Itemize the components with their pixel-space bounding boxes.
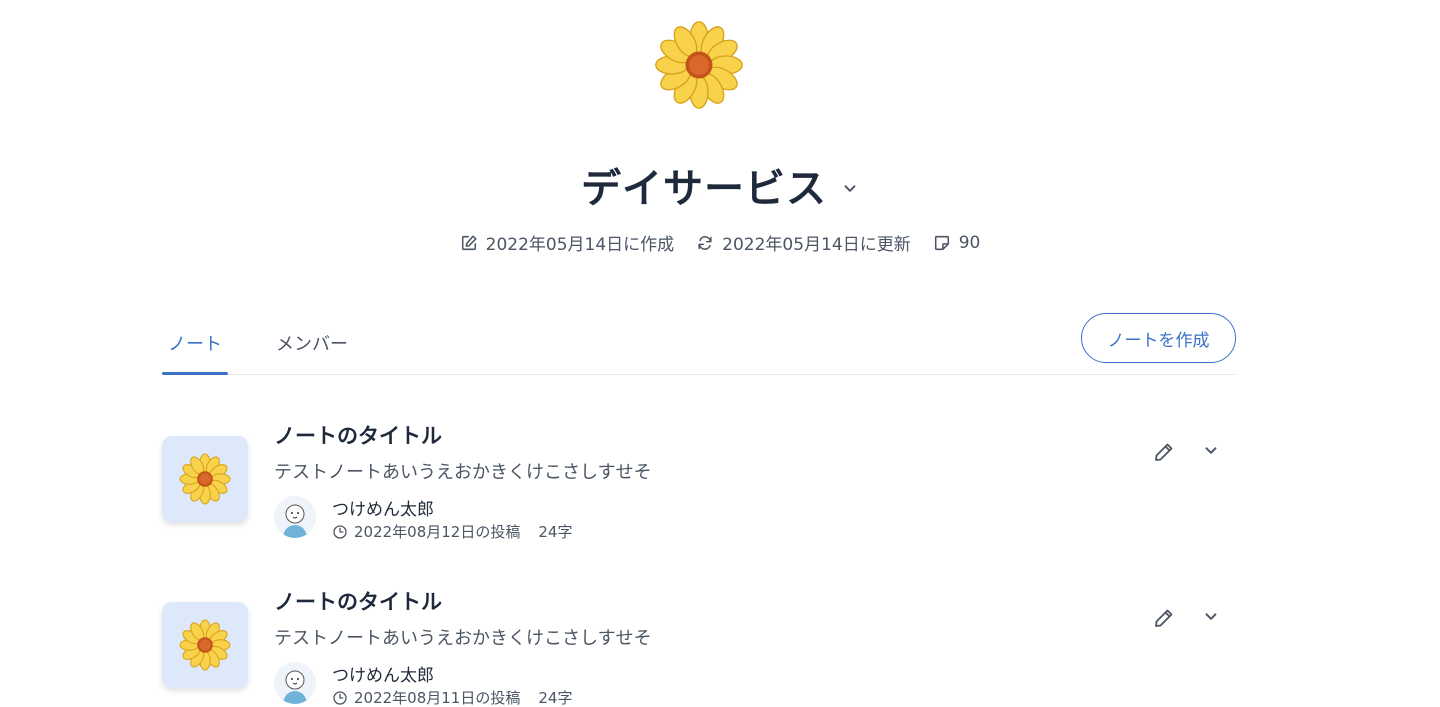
sunflower-icon xyxy=(179,619,231,671)
author-name[interactable]: つけめん太郎 xyxy=(332,495,434,520)
author-name[interactable]: つけめん太郎 xyxy=(332,661,434,686)
char-count: 24字 xyxy=(538,689,573,707)
note-meta: 2022年08月11日の投稿 24字 xyxy=(332,687,572,707)
tab-members[interactable]: メンバー xyxy=(276,330,348,356)
chevron-down-icon[interactable] xyxy=(1202,442,1220,460)
clock-icon xyxy=(333,524,347,539)
tab-members-label: メンバー xyxy=(276,334,348,355)
meta-row: 2022年05月14日に作成 2022年05月14日に更新 90 xyxy=(0,230,1440,255)
pencil-icon[interactable] xyxy=(1152,606,1176,630)
clock-icon xyxy=(333,690,347,705)
active-tab-indicator xyxy=(162,372,228,375)
edit-square-icon xyxy=(461,234,477,250)
posted-date: 2022年08月12日の投稿 xyxy=(354,523,521,541)
refresh-icon xyxy=(698,235,712,250)
list-item[interactable]: ノートのタイトル テストノートあいうえおかきくけこさしすせそ つけめん太郎 20… xyxy=(162,590,1236,707)
chevron-down-icon[interactable] xyxy=(1202,608,1220,626)
tab-notes-label: ノート xyxy=(168,334,222,355)
avatar[interactable] xyxy=(274,496,316,538)
note-thumbnail xyxy=(162,602,248,688)
updated-text: 2022年05月14日に更新 xyxy=(722,235,911,255)
sunflower-icon xyxy=(654,20,744,110)
note-excerpt: テストノートあいうえおかきくけこさしすせそ xyxy=(274,462,652,483)
posted-date: 2022年08月11日の投稿 xyxy=(354,689,521,707)
list-item[interactable]: ノートのタイトル テストノートあいうえおかきくけこさしすせそ つけめん太郎 20… xyxy=(162,424,1236,576)
note-title[interactable]: ノートのタイトル xyxy=(274,420,442,450)
pencil-icon[interactable] xyxy=(1152,440,1176,464)
tab-notes[interactable]: ノート xyxy=(168,330,222,356)
note-excerpt: テストノートあいうえおかきくけこさしすせそ xyxy=(274,628,652,649)
avatar[interactable] xyxy=(274,662,316,704)
tab-bar: ノート メンバー ノートを作成 xyxy=(162,312,1236,375)
note-meta: 2022年08月12日の投稿 24字 xyxy=(332,521,572,542)
note-count: 90 xyxy=(933,232,981,253)
title-row: デイサービス xyxy=(0,156,1440,214)
updated-date: 2022年05月14日に更新 xyxy=(696,230,911,255)
create-note-button[interactable]: ノートを作成 xyxy=(1081,313,1236,363)
created-date: 2022年05月14日に作成 xyxy=(460,230,675,255)
created-text: 2022年05月14日に作成 xyxy=(485,235,675,255)
sticky-note-icon xyxy=(934,235,949,250)
page-title: デイサービス xyxy=(581,166,827,212)
char-count: 24字 xyxy=(538,523,573,541)
note-title[interactable]: ノートのタイトル xyxy=(274,586,442,616)
note-count-value: 90 xyxy=(958,232,981,253)
chevron-down-icon[interactable] xyxy=(841,180,859,198)
note-thumbnail xyxy=(162,436,248,522)
sunflower-icon xyxy=(179,453,231,505)
